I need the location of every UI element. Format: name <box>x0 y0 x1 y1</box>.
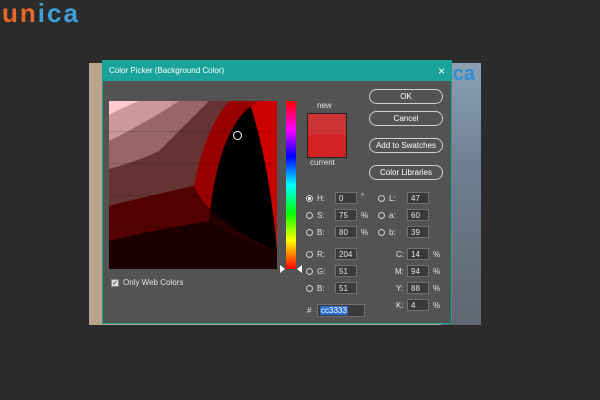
input-b-brightness[interactable]: 80 <box>335 226 357 238</box>
only-web-colors-checkbox[interactable]: ✓ <box>111 279 119 287</box>
label-b-blue: B: <box>317 284 325 293</box>
label-c: C: <box>396 250 404 259</box>
hex-input[interactable]: cc3333 <box>317 304 365 317</box>
radio-b-brightness[interactable] <box>306 229 313 236</box>
current-color-label: current <box>310 158 335 167</box>
input-lab-b[interactable]: 39 <box>407 226 429 238</box>
unit-b-brightness: % <box>361 228 369 237</box>
unit-c: % <box>433 250 441 259</box>
input-h[interactable]: 0 <box>335 192 357 204</box>
label-b-brightness: B: <box>317 228 325 237</box>
radio-r[interactable] <box>306 251 313 258</box>
input-g[interactable]: 51 <box>335 265 357 277</box>
add-to-swatches-button[interactable]: Add to Swatches <box>369 138 443 153</box>
input-c[interactable]: 14 <box>407 248 429 260</box>
unit-m: % <box>433 267 441 276</box>
color-field-web-swatches <box>109 101 277 269</box>
radio-s[interactable] <box>306 212 313 219</box>
radio-a[interactable] <box>378 212 385 219</box>
new-color-label: new <box>317 101 332 110</box>
current-color-swatch[interactable] <box>307 135 347 158</box>
radio-h[interactable] <box>306 195 313 202</box>
logo-part-ica: ica <box>37 0 80 28</box>
hue-slider-right-arrow-icon[interactable] <box>297 265 302 273</box>
label-h: H: <box>317 194 325 203</box>
input-b-blue[interactable]: 51 <box>335 282 357 294</box>
close-icon[interactable]: × <box>438 61 445 81</box>
hex-value: cc3333 <box>320 306 348 315</box>
label-y: Y: <box>396 284 404 293</box>
label-s: S: <box>317 211 325 220</box>
label-k: K: <box>396 301 404 310</box>
dialog-title-bar: Color Picker (Background Color) × <box>103 61 451 81</box>
radio-l[interactable] <box>378 195 385 202</box>
unit-h: ° <box>361 192 365 201</box>
cancel-button[interactable]: Cancel <box>369 111 443 126</box>
new-color-swatch <box>307 113 347 136</box>
label-g: G: <box>317 267 326 276</box>
input-y[interactable]: 88 <box>407 282 429 294</box>
logo-part-un: un <box>2 0 38 28</box>
hue-slider[interactable] <box>286 101 296 269</box>
input-l[interactable]: 47 <box>407 192 429 204</box>
unit-y: % <box>433 284 441 293</box>
unica-logo: unica <box>2 0 80 29</box>
color-field-cursor[interactable] <box>233 131 242 140</box>
radio-b-blue[interactable] <box>306 285 313 292</box>
color-field[interactable] <box>109 101 277 269</box>
color-picker-dialog: Color Picker (Background Color) × new cu… <box>102 60 452 324</box>
hue-slider-left-arrow-icon[interactable] <box>280 265 285 273</box>
input-s[interactable]: 75 <box>335 209 357 221</box>
dialog-title: Color Picker (Background Color) <box>109 66 225 75</box>
unit-s: % <box>361 211 369 220</box>
input-r[interactable]: 204 <box>335 248 357 260</box>
label-r: R: <box>317 250 325 259</box>
label-a: a: <box>389 211 396 220</box>
hex-label: # <box>307 306 312 315</box>
label-l: L: <box>389 194 396 203</box>
label-lab-b: b: <box>389 228 396 237</box>
unit-k: % <box>433 301 441 310</box>
input-a[interactable]: 60 <box>407 209 429 221</box>
ok-button[interactable]: OK <box>369 89 443 104</box>
label-m: M: <box>395 267 404 276</box>
background-logo-fragment: ca <box>452 63 475 85</box>
only-web-colors-label: Only Web Colors <box>123 278 184 287</box>
radio-g[interactable] <box>306 268 313 275</box>
radio-lab-b[interactable] <box>378 229 385 236</box>
color-libraries-button[interactable]: Color Libraries <box>369 165 443 180</box>
input-m[interactable]: 94 <box>407 265 429 277</box>
input-k[interactable]: 4 <box>407 299 429 311</box>
